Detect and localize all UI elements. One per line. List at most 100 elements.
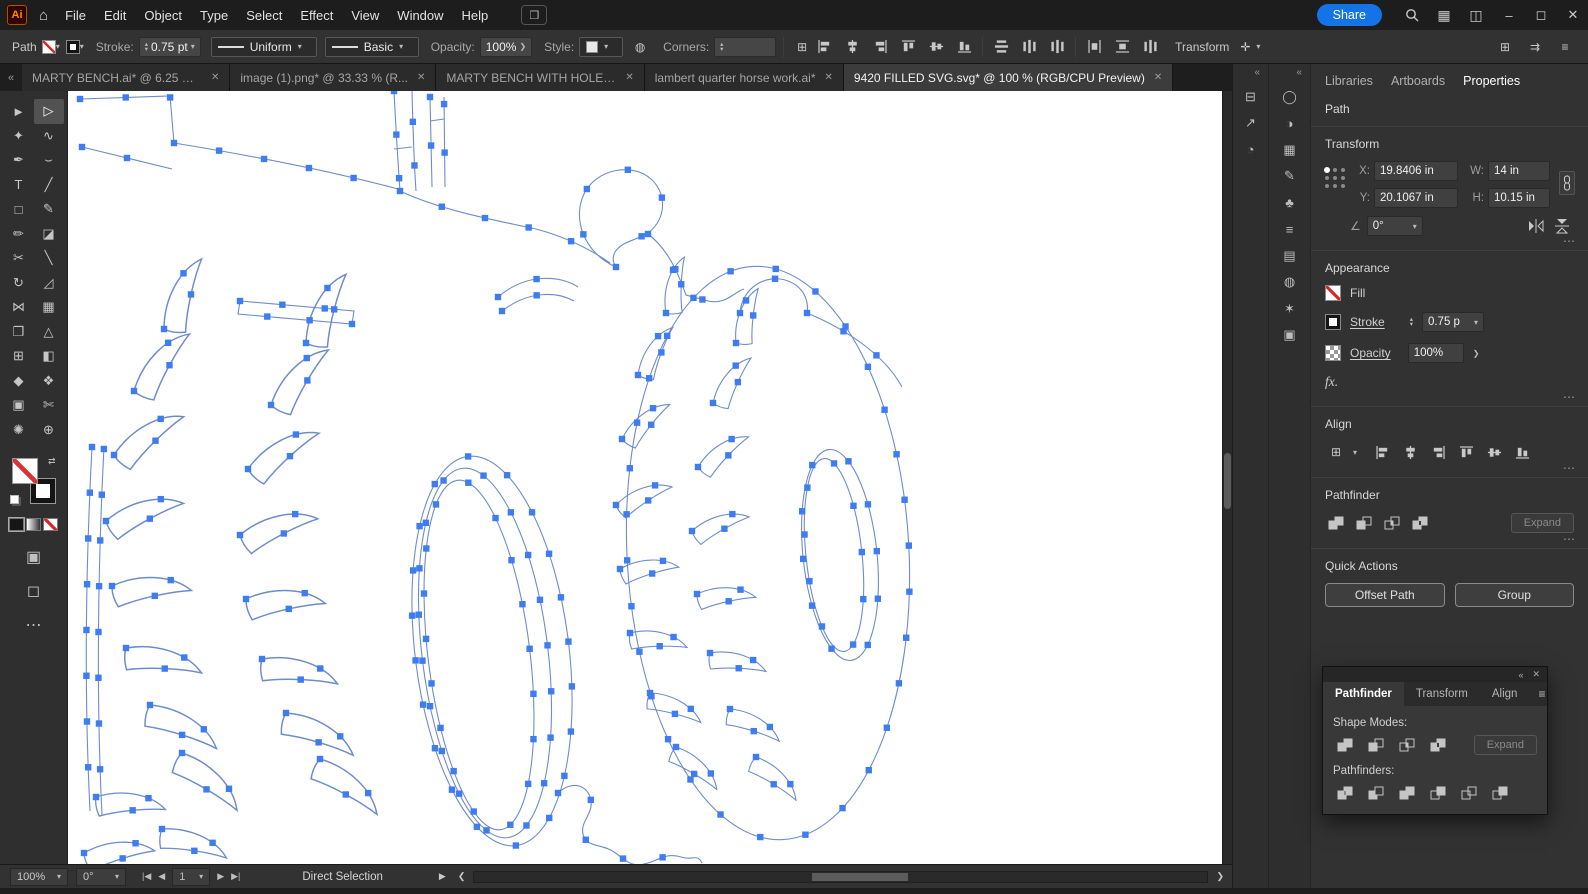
vertical-scrollbar[interactable] [1222,91,1232,864]
rectangle-tool[interactable]: □ [4,197,34,222]
anchor-point[interactable] [422,519,430,526]
stepper-icon[interactable]: ▴ ▾ [1410,316,1413,328]
align-left-icon[interactable] [813,36,835,58]
transparency-panel-icon[interactable]: ◍ [1278,270,1302,294]
anchor-point[interactable] [258,655,266,663]
crop-icon[interactable] [1426,783,1450,803]
workspace-switcher-icon[interactable]: ▦ [1431,7,1457,24]
anchor-point[interactable] [431,745,439,752]
anchor-point[interactable] [519,600,526,608]
offset-path-button[interactable]: Offset Path [1325,583,1445,607]
anchor-point[interactable] [264,313,271,320]
anchor-point[interactable] [146,515,154,522]
anchor-point[interactable] [166,361,173,369]
horizontal-spacing-icon[interactable] [1083,36,1105,58]
color-wheel-icon[interactable]: ◔ [1239,138,1263,162]
canvas[interactable] [68,91,1222,864]
anchor-point[interactable] [465,479,472,486]
anchor-point[interactable] [678,281,685,288]
gradient-mode-button[interactable] [26,518,41,531]
anchor-point[interactable] [480,472,487,479]
anchor-point[interactable] [865,766,872,774]
anchor-point[interactable] [122,644,130,652]
collapse-tabs-icon[interactable]: « [0,64,22,91]
x-field[interactable]: 19.8406 in [1374,161,1458,181]
anchor-point[interactable] [725,452,732,459]
fill-swatch[interactable] [1325,285,1341,301]
anchor-point[interactable] [181,654,188,661]
anchor-point[interactable] [567,728,575,735]
anchor-point[interactable] [441,149,448,156]
align-top-icon[interactable] [897,36,919,58]
anchor-point[interactable] [706,649,714,657]
gradient-tool[interactable]: ◧ [34,344,64,369]
anchor-point[interactable] [209,839,216,847]
anchor-point[interactable] [393,131,400,138]
anchor-point[interactable] [427,142,435,149]
opacity-field[interactable]: 100% [1407,343,1464,363]
anchor-point[interactable] [664,736,672,743]
anchor-point[interactable] [818,623,826,630]
document-tab[interactable]: MARTY BENCH.ai* @ 6.25 % ... ✕ [22,64,231,91]
flip-vertical-icon[interactable] [1554,218,1570,234]
chevron-right-icon[interactable]: ❯ [519,42,526,51]
anchor-point[interactable] [83,626,90,634]
align-center-horizontal-icon[interactable] [841,36,863,58]
menu-window[interactable]: Window [388,4,452,27]
anchor-point[interactable] [440,100,448,108]
hand-tool[interactable]: ✺ [4,418,34,443]
artwork-paths[interactable] [68,91,1222,864]
anchor-point[interactable] [292,510,299,518]
anchor-point[interactable] [78,143,86,151]
appearance-panel-icon[interactable]: ▤ [1278,244,1302,268]
anchor-point[interactable] [662,309,670,317]
anchor-point[interactable] [146,701,154,709]
none-mode-button[interactable] [43,518,58,531]
anchor-point[interactable] [203,786,210,793]
chevron-down-icon[interactable]: ▾ [191,42,195,51]
anchor-point[interactable] [260,155,268,163]
anchor-point[interactable] [840,328,847,335]
anchor-point[interactable] [492,514,499,522]
anchor-point[interactable] [546,814,553,822]
anchor-point[interactable] [565,638,572,645]
anchor-point[interactable] [672,743,680,751]
anchor-point[interactable] [873,352,880,359]
perspective-grid-tool[interactable]: △ [34,320,64,345]
anchor-point[interactable] [431,480,438,488]
divide-icon[interactable] [1333,783,1357,803]
w-field[interactable]: 14 in [1488,161,1550,181]
zoom-dropdown[interactable]: 100% ▾ [10,867,68,886]
anchor-point[interactable] [664,332,671,340]
anchor-point[interactable] [561,772,568,780]
anchor-point[interactable] [280,530,288,537]
opacity-field[interactable]: 100% ❯ [479,36,533,57]
anchor-point[interactable] [533,292,540,299]
anchor-point[interactable] [544,642,551,649]
anchor-point[interactable] [536,596,544,604]
exclude-icon[interactable] [1426,735,1450,755]
anchor-point[interactable] [145,794,152,802]
anchor-point[interactable] [330,306,338,313]
anchor-point[interactable] [507,509,515,516]
intersect-icon[interactable] [1381,512,1403,534]
anchor-point[interactable] [481,214,489,222]
paintbrush-tool[interactable]: ✎ [34,197,64,222]
menu-object[interactable]: Object [135,4,191,27]
collapse-strip-icon[interactable]: « [1254,67,1260,78]
anchor-point[interactable] [279,301,286,308]
anchor-point[interactable] [725,598,732,605]
swap-fill-stroke-icon[interactable]: ⇄ [48,456,56,467]
anchor-point[interactable] [707,770,714,777]
anchor-point[interactable] [76,95,84,103]
effects-fx-button[interactable]: fx. [1325,374,1338,390]
anchor-point[interactable] [806,577,813,585]
screen-mode-icon[interactable]: ◻ [27,581,40,601]
anchor-point[interactable] [473,823,481,831]
anchor-point[interactable] [557,594,565,601]
slice-tool[interactable]: ✄ [34,393,64,418]
chevron-right-icon[interactable]: ❯ [1473,349,1480,358]
anchor-point[interactable] [656,643,663,650]
anchor-point[interactable] [157,495,165,503]
home-icon[interactable]: ⌂ [39,7,48,24]
